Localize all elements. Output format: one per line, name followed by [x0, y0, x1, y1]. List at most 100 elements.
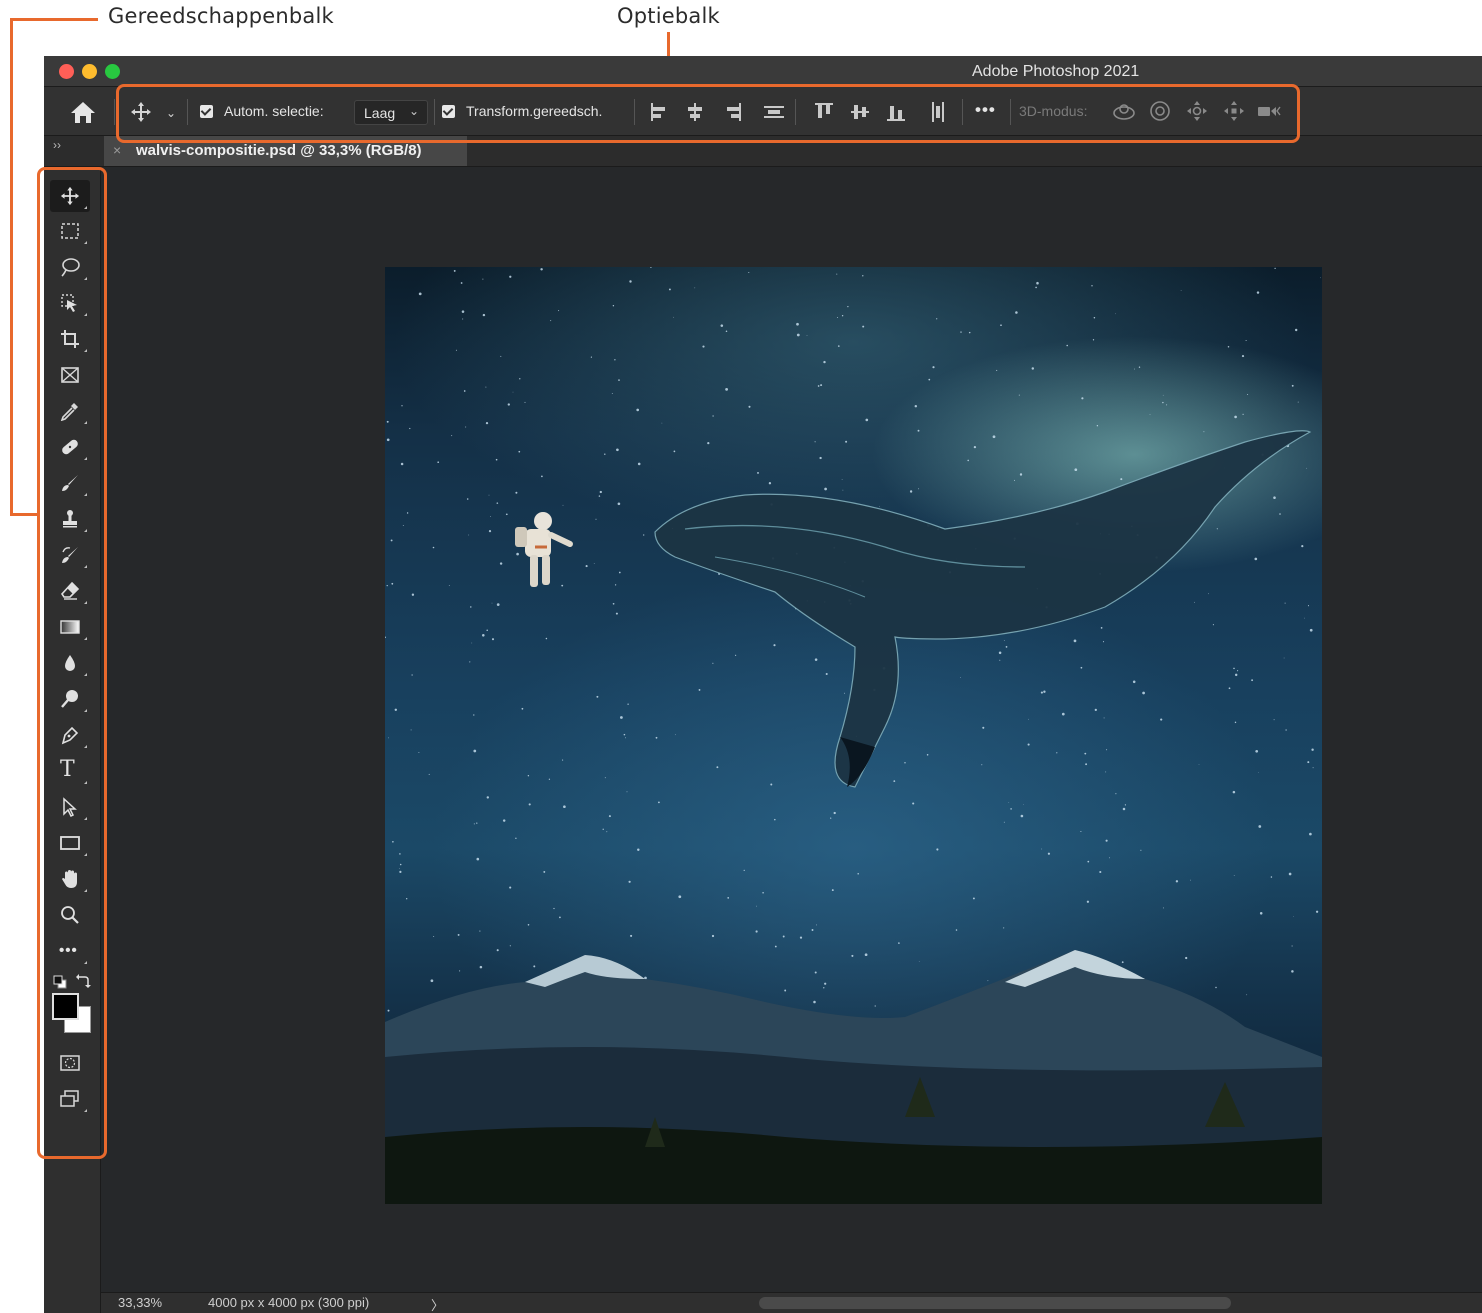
chevron-down-icon[interactable]: ⌄ [166, 103, 176, 123]
home-button[interactable] [68, 99, 98, 125]
screen-mode-button[interactable] [50, 1083, 90, 1115]
pen-tool[interactable] [50, 719, 90, 751]
star [841, 315, 844, 317]
zoom-level[interactable]: 33,33% [118, 1295, 162, 1310]
star [543, 870, 546, 873]
star [831, 889, 834, 892]
auto-select-checkbox[interactable] [200, 105, 213, 118]
star [1092, 339, 1095, 341]
star [410, 729, 412, 731]
zoom-tool[interactable] [50, 899, 90, 931]
star [618, 379, 620, 381]
frame-tool[interactable] [50, 359, 90, 391]
star [1232, 790, 1236, 794]
whale-shape [654, 430, 1312, 788]
align-vertical-centers-button[interactable] [850, 102, 870, 122]
blur-tool[interactable] [50, 647, 90, 679]
spot-healing-brush-tool[interactable] [50, 431, 90, 463]
star [830, 817, 832, 819]
options-separator [795, 99, 796, 125]
gradient-tool[interactable] [50, 611, 90, 643]
hand-tool[interactable] [50, 863, 90, 895]
clone-stamp-tool[interactable] [50, 503, 90, 535]
star [1306, 467, 1308, 469]
chevron-down-icon: ⌄ [408, 104, 419, 118]
align-horizontal-centers-button[interactable] [685, 102, 705, 122]
crop-icon [61, 330, 79, 348]
brush-tool[interactable] [50, 467, 90, 499]
star [428, 773, 430, 775]
3d-scale-button[interactable] [1256, 99, 1284, 127]
star [563, 805, 566, 809]
star [1115, 313, 1117, 315]
3d-roll-button[interactable] [1148, 99, 1172, 127]
star [799, 936, 803, 939]
document-tab[interactable]: × walvis-compositie.psd @ 33,3% (RGB/8) [104, 136, 467, 166]
zoom-window-button[interactable] [105, 64, 120, 79]
canvas-area[interactable] [101, 167, 1482, 1293]
star [491, 638, 495, 641]
lasso-tool[interactable] [50, 251, 90, 283]
document-canvas[interactable] [385, 267, 1322, 1204]
foreground-color-swatch[interactable] [52, 993, 79, 1020]
star [385, 636, 386, 639]
star [541, 475, 543, 478]
distribute-horizontally-button[interactable] [928, 102, 948, 122]
3d-slide-button[interactable] [1222, 99, 1246, 127]
quick-mask-button[interactable] [50, 1047, 90, 1079]
move-tool[interactable] [50, 180, 90, 212]
minimize-window-button[interactable] [82, 64, 97, 79]
align-right-edges-button[interactable] [722, 102, 742, 122]
star [599, 490, 602, 494]
transform-controls-checkbox[interactable] [442, 105, 455, 118]
star [926, 754, 929, 756]
star [1233, 875, 1235, 876]
star [711, 934, 715, 938]
path-selection-tool[interactable] [50, 791, 90, 823]
star [562, 504, 564, 506]
auto-select-target-dropdown[interactable]: Laag ⌄ [354, 100, 428, 125]
more-options-button[interactable]: ••• [975, 100, 996, 120]
star [623, 733, 626, 736]
star [1106, 749, 1108, 751]
eraser-tool[interactable] [50, 575, 90, 607]
horizontal-scrollbar[interactable] [759, 1297, 1231, 1309]
align-top-edges-button[interactable] [814, 102, 834, 122]
optionsbar-callout-label: Optiebalk [617, 4, 720, 28]
star [471, 642, 473, 644]
history-brush-tool[interactable] [50, 539, 90, 571]
collapse-toolbar-button[interactable]: ›› [53, 138, 61, 152]
star [814, 441, 816, 443]
tool-preset-picker[interactable] [130, 101, 152, 127]
dodge-tool[interactable] [50, 683, 90, 715]
object-selection-tool[interactable] [50, 287, 90, 319]
align-bottom-edges-button[interactable] [886, 102, 906, 122]
edit-toolbar-button[interactable]: ••• [50, 935, 90, 967]
star [817, 385, 820, 387]
distribute-vertically-button[interactable] [764, 102, 784, 122]
close-tab-icon[interactable]: × [113, 142, 121, 158]
options-separator [114, 99, 115, 125]
star [612, 602, 615, 605]
arrow-icon [63, 797, 77, 817]
star [620, 716, 623, 719]
star [515, 491, 518, 494]
rectangular-marquee-tool[interactable] [50, 215, 90, 247]
dodge-icon [61, 690, 78, 708]
star [1242, 413, 1244, 415]
star [496, 502, 499, 504]
star [636, 408, 640, 412]
status-expand-button[interactable]: 〉 [431, 1295, 444, 1313]
type-tool[interactable]: T [50, 755, 90, 787]
close-window-button[interactable] [59, 64, 74, 79]
3d-pan-button[interactable] [1185, 99, 1209, 127]
3d-orbit-button[interactable] [1111, 100, 1137, 128]
move-icon [131, 102, 151, 122]
star [1237, 670, 1239, 672]
align-left-edges-button[interactable] [650, 102, 670, 122]
swap-colors-button[interactable] [75, 973, 91, 989]
rectangle-tool[interactable] [50, 827, 90, 859]
default-colors-button[interactable] [53, 975, 67, 989]
crop-tool[interactable] [50, 323, 90, 355]
eyedropper-tool[interactable] [50, 395, 90, 427]
